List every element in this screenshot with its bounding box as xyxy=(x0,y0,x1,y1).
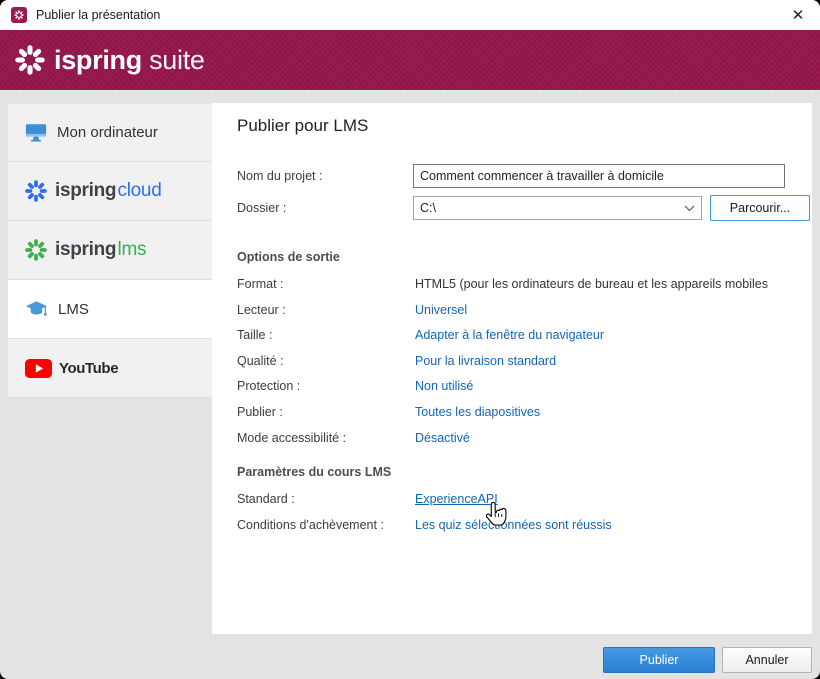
option-value-link[interactable]: Les quiz sélectionnées sont réussis xyxy=(415,518,612,532)
option-value-link[interactable]: Universel xyxy=(415,303,467,317)
brand-text: ispring xyxy=(55,239,117,260)
folder-dropdown[interactable]: C:\ xyxy=(413,196,702,220)
project-name-input[interactable] xyxy=(413,164,785,188)
publish-dialog: Publier la présentation ✕ ispring suite xyxy=(0,0,820,679)
project-name-label: Nom du projet : xyxy=(237,169,323,183)
sidebar-item-ispring-lms[interactable]: ispring lms xyxy=(8,221,212,280)
sidebar-item-label: LMS xyxy=(58,300,89,318)
option-label: Mode accessibilité : xyxy=(237,431,347,445)
sidebar-item-label: YouTube xyxy=(59,359,119,377)
option-row-format: Format : HTML5 (pour les ordinateurs de … xyxy=(237,277,812,295)
lms-settings-heading: Paramètres du cours LMS xyxy=(237,465,392,479)
brand-secondary: suite xyxy=(149,44,205,75)
monitor-icon xyxy=(25,123,47,142)
ispring-spinner-icon xyxy=(25,239,47,261)
sidebar-item-lms[interactable]: LMS xyxy=(8,280,212,339)
option-label: Qualité : xyxy=(237,354,284,368)
publish-settings-panel: Publier pour LMS Nom du projet : Dossier… xyxy=(212,103,812,634)
option-label: Protection : xyxy=(237,379,301,393)
ispring-spinner-icon xyxy=(25,180,47,202)
option-label: Format : xyxy=(237,277,284,291)
option-value-link[interactable]: Non utilisé xyxy=(415,379,473,393)
option-row-standard: Standard : ExperienceAPI xyxy=(237,492,812,510)
brand-text: ispring xyxy=(55,180,117,201)
option-value: HTML5 (pour les ordinateurs de bureau et… xyxy=(415,277,768,291)
brand-suffix: cloud xyxy=(117,180,162,201)
option-value-link[interactable]: Adapter à la fenêtre du navigateur xyxy=(415,328,604,342)
option-row-publish-slides: Publier : Toutes les diapositives xyxy=(237,405,812,423)
option-label: Publier : xyxy=(237,405,283,419)
brand-suffix: lms xyxy=(117,239,147,260)
browse-button[interactable]: Parcourir... xyxy=(710,195,810,221)
chevron-down-icon xyxy=(684,205,695,211)
ispring-spinner-icon xyxy=(15,45,45,75)
youtube-icon xyxy=(25,358,52,378)
option-row-size: Taille : Adapter à la fenêtre du navigat… xyxy=(237,328,812,346)
sidebar-item-ispring-cloud[interactable]: ispring cloud xyxy=(8,162,212,221)
folder-value: C:\ xyxy=(420,201,436,215)
title-bar: Publier la présentation ✕ xyxy=(0,0,820,30)
ispring-app-icon xyxy=(11,7,27,23)
option-label: Lecteur : xyxy=(237,303,286,317)
option-row-completion: Conditions d'achèvement : Les quiz sélec… xyxy=(237,518,812,536)
option-label: Standard : xyxy=(237,492,295,506)
option-value-link[interactable]: Désactivé xyxy=(415,431,470,445)
option-label: Taille : xyxy=(237,328,273,342)
ispring-spinner-icon xyxy=(14,10,24,20)
option-value-link[interactable]: ExperienceAPI xyxy=(415,492,498,506)
publish-destination-sidebar: Mon ordinateur ispring cloud ispring lms… xyxy=(8,103,212,398)
sidebar-item-my-computer[interactable]: Mon ordinateur xyxy=(8,103,212,162)
sidebar-item-label: Mon ordinateur xyxy=(57,124,158,141)
option-row-player: Lecteur : Universel xyxy=(237,303,812,321)
page-title: Publier pour LMS xyxy=(237,116,369,135)
option-row-quality: Qualité : Pour la livraison standard xyxy=(237,354,812,372)
window-title: Publier la présentation xyxy=(36,8,161,22)
publish-button[interactable]: Publier xyxy=(603,647,715,673)
sidebar-item-label: ispring lms xyxy=(55,239,146,261)
graduation-cap-icon xyxy=(25,300,48,316)
output-options-heading: Options de sortie xyxy=(237,250,340,264)
sidebar-item-label: ispring cloud xyxy=(55,180,162,202)
option-label: Conditions d'achèvement : xyxy=(237,518,384,532)
option-row-protection: Protection : Non utilisé xyxy=(237,379,812,397)
cancel-button[interactable]: Annuler xyxy=(722,647,812,673)
sidebar-item-youtube[interactable]: YouTube xyxy=(8,339,212,398)
folder-label: Dossier : xyxy=(237,201,287,215)
close-icon[interactable]: ✕ xyxy=(776,0,820,30)
option-value-link[interactable]: Toutes les diapositives xyxy=(415,405,540,419)
brand-primary: ispring xyxy=(54,44,142,75)
option-value-link[interactable]: Pour la livraison standard xyxy=(415,354,556,368)
option-row-accessibility: Mode accessibilité : Désactivé xyxy=(237,431,812,449)
brand-logo: ispring suite xyxy=(54,45,205,76)
brand-banner: ispring suite xyxy=(0,30,820,90)
